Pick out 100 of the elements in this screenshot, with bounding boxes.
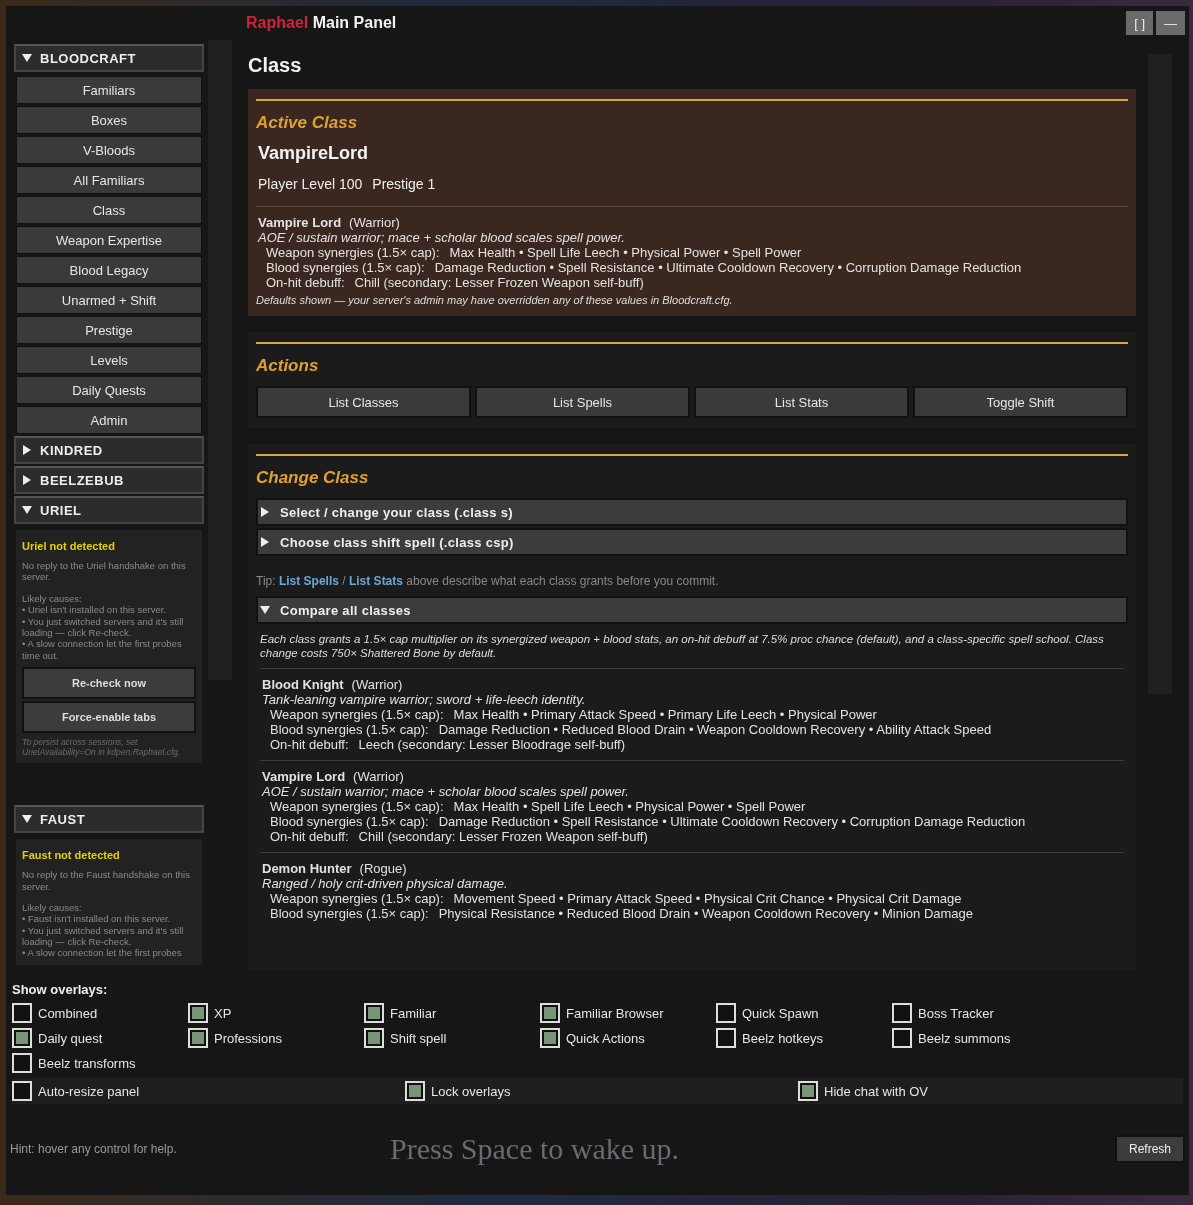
checkbox[interactable] [12,1028,32,1048]
sidebar-item[interactable]: Admin [16,406,202,434]
collapsed-triangle-icon [260,507,270,517]
notice-button[interactable]: Force-enable tabs [22,701,196,734]
synergy-list: Max Health • Primary Attack Speed • Primary Life Leech • Physical Power [453,707,877,722]
class-role: (Warrior) [349,215,400,230]
checkbox-label: Quick Actions [566,1030,645,1046]
notice-text: Likely causes: [22,901,83,914]
checkbox[interactable] [716,1003,736,1023]
synergy-label: Weapon synergies (1.5× cap): [270,707,444,722]
checkbox-label: Quick Spawn [742,1005,819,1021]
checkbox-label: Lock overlays [431,1083,511,1099]
window-button[interactable]: — [1156,11,1185,35]
checkbox-label: Daily quest [38,1030,103,1046]
synergy-list: Max Health • Spell Life Leech • Physical Power • Spell Power [449,245,802,260]
synergy-label: Blood synergies (1.5× cap): [270,814,429,829]
debuff-label: On-hit debuff: [270,829,349,844]
checkbox[interactable] [798,1081,818,1101]
checkbox[interactable] [716,1028,736,1048]
notice-button[interactable]: Re-check now [22,667,196,700]
debuff-value: Leech (secondary: Lesser Bloodrage self-buff) [358,737,625,752]
checkbox[interactable] [188,1003,208,1023]
defaults-note: Defaults shown — your server's admin may have overridden any of these values in Bloodcraft.cfg. [256,294,734,306]
sidebar-item[interactable]: V-Bloods [16,136,202,164]
sidebar-item[interactable]: Familiars [16,76,202,104]
prestige-level: Prestige 1 [372,176,436,192]
sidebar-section-header[interactable]: BLOODCRAFT [14,44,204,72]
notice-bullet: • A slow connection let the first probes time out. [22,638,183,662]
checkbox-label: Beelz transforms [38,1055,136,1071]
expanded-triangle-icon [22,505,32,515]
sidebar-item[interactable]: Weapon Expertise [16,226,202,254]
class-name: Vampire Lord [262,769,346,784]
expanded-triangle-icon [260,605,270,615]
sidebar-item[interactable]: Class [16,196,202,224]
section-heading: Active Class [256,113,359,133]
refresh-button[interactable]: Refresh [1114,1135,1185,1163]
checkbox[interactable] [188,1028,208,1048]
class-description: AOE / sustain warrior; mace + scholar blood scales spell power. [258,230,626,245]
collapsible-header[interactable]: Select / change your class (.class s) [256,498,1128,526]
class-name: Vampire Lord [258,215,342,230]
notice-bullet: • Faust isn't installed on this server. [22,913,172,925]
sidebar-item[interactable]: Boxes [16,106,202,134]
sidebar-item[interactable]: Unarmed + Shift [16,286,202,314]
notice-bullet: • You just switched servers and it's still loading — click Re-check. [22,615,185,639]
debuff-label: On-hit debuff: [266,275,345,290]
action-button[interactable]: List Classes [256,386,471,418]
synergy-label: Blood synergies (1.5× cap): [270,722,429,737]
checkbox-label: Beelz summons [918,1030,1011,1046]
checkbox[interactable] [12,1081,32,1101]
synergy-list: Movement Speed • Primary Attack Speed • Physical Crit Chance • Physical Crit Damage [453,891,962,906]
synergy-label: Weapon synergies (1.5× cap): [270,891,444,906]
action-button[interactable]: List Spells [475,386,690,418]
notice-text: Likely causes: [22,592,83,605]
checkbox-label: Auto-resize panel [38,1083,140,1099]
synergy-list: Physical Resistance • Reduced Blood Drain • Weapon Cooldown Recovery • Minion Damage [438,906,974,921]
sidebar-section-header[interactable]: URIEL [14,496,204,524]
checkbox[interactable] [405,1081,425,1101]
synergy-label: Weapon synergies (1.5× cap): [270,799,444,814]
sidebar-section-header[interactable]: FAUST [14,805,204,834]
notice-bullet: • A slow connection let the first probes [22,947,183,959]
sidebar-item[interactable]: Levels [16,346,202,374]
sidebar-item[interactable]: All Familiars [16,166,202,194]
collapsed-triangle-icon [22,475,32,485]
sidebar-section-header[interactable]: KINDRED [14,436,204,464]
class-role: (Warrior) [353,769,404,784]
synergy-label: Blood synergies (1.5× cap): [270,906,429,921]
synergy-list: Damage Reduction • Spell Resistance • Ultimate Cooldown Recovery • Corruption Damage Reduction [434,260,1022,275]
checkbox[interactable] [364,1003,384,1023]
checkbox[interactable] [892,1028,912,1048]
checkbox-label: Familiar Browser [566,1005,664,1021]
checkbox[interactable] [12,1003,32,1023]
sidebar-item[interactable]: Blood Legacy [16,256,202,284]
notice-text: No reply to the Uriel handshake on this server. [22,560,187,583]
overlays-heading: Show overlays: [12,982,109,997]
action-button[interactable]: Toggle Shift [913,386,1128,418]
class-description: AOE / sustain warrior; mace + scholar blood scales spell power. [262,784,630,799]
checkbox[interactable] [540,1028,560,1048]
checkbox[interactable] [364,1028,384,1048]
collapsible-header[interactable]: Compare all classes [256,596,1128,624]
checkbox[interactable] [892,1003,912,1023]
checkbox[interactable] [12,1053,32,1073]
backdrop-text: Press Space to wake up. [390,1132,681,1166]
collapsible-header[interactable]: Choose class shift spell (.class csp) [256,528,1128,556]
sidebar-item[interactable]: Daily Quests [16,376,202,404]
window-button[interactable]: [ ] [1126,11,1153,35]
class-description: Ranged / holy crit-driven physical damage. [262,876,509,891]
notice-footnote: To persist across sessions, set UrielAvailability=On in kdpen.Raphael.cfg. [22,737,182,758]
checkbox[interactable] [540,1003,560,1023]
expanded-triangle-icon [22,53,32,63]
window-title: Raphael Main Panel [246,14,398,32]
notice-text: No reply to the Faust handshake on this server. [22,869,191,892]
sidebar-item[interactable]: Prestige [16,316,202,344]
checkbox-label: Shift spell [390,1030,447,1046]
expanded-triangle-icon [22,814,32,825]
sidebar-section-header[interactable]: BEELZEBUB [14,466,204,494]
debuff-value: Chill (secondary: Lesser Frozen Weapon self-buff) [358,829,648,844]
collapsed-triangle-icon [22,445,32,455]
tip-text: Tip: List Spells / List Stats above describe what each class grants before you commit. [256,574,720,588]
action-button[interactable]: List Stats [694,386,909,418]
synergy-list: Max Health • Spell Life Leech • Physical Power • Spell Power [453,799,806,814]
